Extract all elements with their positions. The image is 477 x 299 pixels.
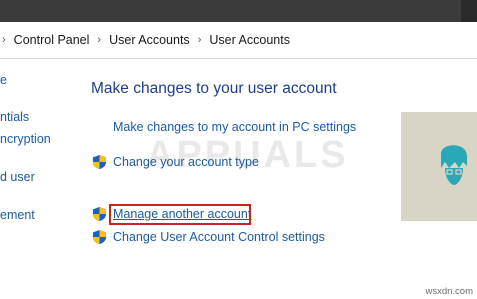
address-bar[interactable]: › Control Panel › User Accounts › User A…: [0, 22, 477, 59]
left-nav-item[interactable]: d user: [0, 170, 35, 184]
breadcrumb-user-accounts[interactable]: User Accounts: [107, 33, 192, 47]
footer-watermark: wsxdn.com: [425, 286, 473, 297]
left-nav-item[interactable]: ntials: [0, 110, 29, 124]
left-nav-item[interactable]: ement: [0, 208, 35, 222]
user-avatar-icon: [441, 145, 467, 185]
chevron-right-icon: ›: [197, 34, 202, 46]
pc-settings-link[interactable]: Make changes to my account in PC setting…: [113, 120, 356, 134]
highlight-box: [109, 204, 251, 225]
page-title: Make changes to your user account: [91, 80, 337, 97]
chevron-right-icon: ›: [97, 34, 102, 46]
window-control-area[interactable]: [461, 0, 477, 22]
uac-shield-icon: [92, 229, 107, 245]
left-navigation-pane: e ntials ncryption d user ement: [0, 58, 70, 299]
uac-shield-icon: [92, 154, 107, 170]
user-avatar: [401, 112, 477, 221]
left-nav-item[interactable]: ncryption: [0, 132, 51, 146]
chevron-right-icon: ›: [2, 34, 6, 46]
left-nav-item[interactable]: e: [0, 73, 7, 87]
breadcrumb-control-panel[interactable]: Control Panel: [12, 33, 92, 47]
change-account-type-link[interactable]: Change your account type: [113, 155, 259, 169]
breadcrumb-user-accounts-current[interactable]: User Accounts: [207, 33, 292, 47]
breadcrumb: › Control Panel › User Accounts › User A…: [0, 22, 292, 58]
uac-settings-link[interactable]: Change User Account Control settings: [113, 230, 325, 244]
uac-shield-icon: [92, 206, 107, 222]
window-title-bar: [0, 0, 477, 22]
